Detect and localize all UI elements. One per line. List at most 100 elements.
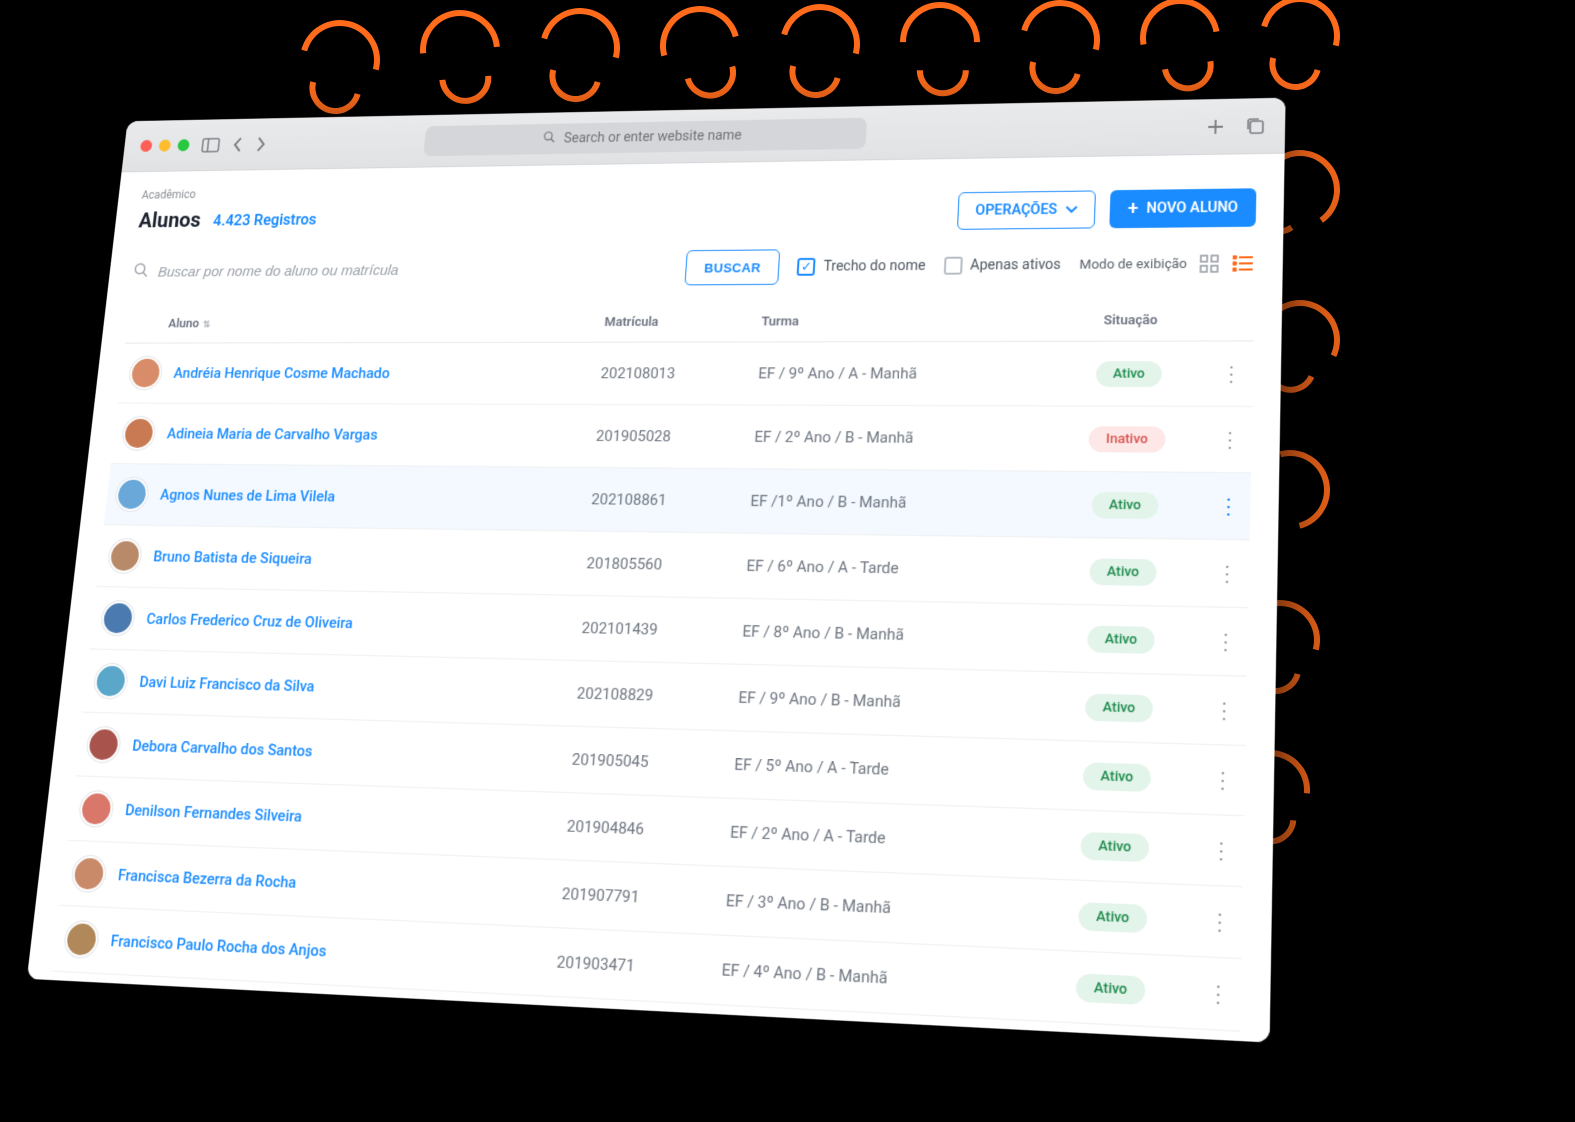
avatar — [93, 664, 128, 699]
turma-cell: EF / 2º Ano / A - Tarde — [718, 798, 1033, 878]
avatar — [115, 478, 150, 511]
record-count: 4.423 Registros — [212, 210, 317, 229]
row-actions-menu[interactable]: ⋮ — [1213, 697, 1236, 724]
turma-cell: EF /1º Ano / B - Manhã — [738, 469, 1045, 537]
checkbox-trecho-label: Trecho do nome — [823, 258, 926, 275]
student-name-link[interactable]: Francisco Paulo Rocha dos Anjos — [110, 931, 328, 960]
student-name-link[interactable]: Davi Luiz Francisco da Silva — [139, 673, 316, 696]
student-name-link[interactable]: Debora Carvalho dos Santos — [131, 736, 313, 760]
swirl-decoration — [1005, 0, 1114, 95]
page-title: Alunos — [138, 209, 202, 233]
status-badge: Ativo — [1089, 558, 1156, 586]
close-window-icon[interactable] — [140, 140, 153, 152]
turma-cell: EF / 5º Ano / A - Tarde — [722, 731, 1036, 809]
turma-cell: EF / 9º Ano / B - Manhã — [726, 664, 1038, 739]
new-student-button[interactable]: + NOVO ALUNO — [1109, 188, 1256, 228]
matricula-cell: 201904846 — [554, 792, 721, 866]
chevron-down-icon — [1065, 202, 1078, 218]
search-icon — [132, 262, 150, 283]
operations-dropdown[interactable]: OPERAÇÕES — [957, 190, 1096, 229]
minimize-window-icon[interactable] — [158, 139, 171, 151]
status-badge: Ativo — [1085, 693, 1153, 722]
col-header-aluno[interactable]: Aluno⇅ — [125, 304, 597, 344]
avatar — [71, 856, 107, 893]
col-header-situacao[interactable]: Situação — [1050, 300, 1211, 341]
swirl-decoration — [765, 0, 874, 99]
row-actions-menu[interactable]: ⋮ — [1217, 493, 1239, 519]
matricula-cell: 202108829 — [564, 660, 730, 730]
swirl-decoration — [1245, 0, 1354, 91]
avatar — [100, 601, 135, 635]
turma-cell: EF / 2º Ano / B - Manhã — [742, 405, 1048, 471]
status-badge: Inativo — [1089, 426, 1166, 452]
checkbox-ativos-label: Apenas ativos — [970, 257, 1061, 274]
maximize-window-icon[interactable] — [177, 139, 190, 151]
avatar — [129, 357, 163, 389]
col-header-turma[interactable]: Turma — [750, 301, 1051, 342]
turma-cell: EF / 9º Ano / A - Manhã — [746, 341, 1050, 406]
row-actions-menu[interactable]: ⋮ — [1219, 427, 1241, 452]
plus-icon: + — [1127, 200, 1138, 218]
tabs-overview-icon[interactable] — [1245, 115, 1267, 135]
matricula-cell: 201907791 — [549, 859, 717, 934]
address-bar[interactable]: Search or enter website name — [423, 117, 867, 156]
window-controls — [140, 139, 190, 152]
table-row[interactable]: Adineia Maria de Carvalho Vargas 20190502… — [111, 403, 1252, 473]
status-badge: Ativo — [1078, 902, 1147, 933]
student-name-link[interactable]: Andréia Henrique Cosme Machado — [173, 364, 391, 382]
address-placeholder: Search or enter website name — [563, 127, 742, 145]
row-actions-menu[interactable]: ⋮ — [1210, 836, 1233, 864]
row-actions-menu[interactable]: ⋮ — [1211, 766, 1234, 793]
student-name-link[interactable]: Adineia Maria de Carvalho Vargas — [166, 425, 378, 444]
avatar — [86, 727, 122, 762]
avatar — [122, 417, 157, 450]
nav-forward-icon[interactable] — [255, 135, 268, 152]
table-row[interactable]: Andréia Henrique Cosme Machado 202108013E… — [118, 341, 1254, 407]
status-badge: Ativo — [1083, 762, 1151, 792]
row-actions-menu[interactable]: ⋮ — [1216, 560, 1238, 586]
new-tab-icon[interactable] — [1205, 116, 1226, 136]
sort-icon: ⇅ — [202, 320, 211, 330]
status-badge: Ativo — [1080, 831, 1149, 861]
search-icon — [542, 130, 557, 147]
swirl-decoration — [645, 0, 754, 101]
nav-back-icon[interactable] — [231, 136, 244, 153]
matricula-cell: 201905028 — [584, 404, 746, 468]
turma-cell: EF / 6º Ano / A - Tarde — [734, 533, 1043, 604]
student-name-link[interactable]: Francisca Bezerra da Rocha — [117, 866, 297, 892]
status-badge: Ativo — [1096, 361, 1162, 387]
student-name-link[interactable]: Agnos Nunes de Lima Vilela — [159, 486, 336, 506]
checkbox-apenas-ativos[interactable]: ✓ Apenas ativos — [943, 256, 1061, 275]
col-header-matricula[interactable]: Matrícula — [593, 303, 752, 342]
row-actions-menu[interactable]: ⋮ — [1220, 361, 1242, 386]
student-name-link[interactable]: Bruno Batista de Siqueira — [152, 548, 312, 568]
status-badge: Ativo — [1087, 625, 1155, 653]
checkbox-empty-icon: ✓ — [943, 257, 962, 275]
avatar — [63, 921, 99, 958]
students-table: Aluno⇅ Matrícula Turma Situação Andréia … — [52, 300, 1254, 1032]
matricula-cell: 201805560 — [574, 531, 738, 598]
app-content: Acadêmico Alunos 4.423 Registros OPERAÇÕ… — [27, 154, 1285, 1043]
viewmode-list-icon[interactable] — [1231, 252, 1255, 275]
sidebar-toggle-icon[interactable] — [201, 137, 221, 152]
viewmode-label: Modo de exibição — [1079, 256, 1187, 272]
new-student-label: NOVO ALUNO — [1146, 200, 1238, 217]
row-actions-menu[interactable]: ⋮ — [1207, 979, 1230, 1008]
avatar — [108, 539, 143, 573]
checkbox-trecho-nome[interactable]: ✓ Trecho do nome — [797, 257, 926, 276]
search-button[interactable]: BUSCAR — [684, 249, 780, 285]
swirl-decoration — [404, 0, 517, 106]
student-name-link[interactable]: Denilson Fernandes Silveira — [124, 801, 302, 826]
operations-label: OPERAÇÕES — [975, 202, 1058, 219]
student-name-link[interactable]: Carlos Frederico Cruz de Oliveira — [146, 610, 354, 632]
avatar — [78, 791, 114, 827]
row-actions-menu[interactable]: ⋮ — [1208, 907, 1231, 935]
status-badge: Ativo — [1076, 973, 1146, 1005]
viewmode-grid-icon[interactable] — [1197, 252, 1221, 275]
row-actions-menu[interactable]: ⋮ — [1214, 628, 1237, 655]
search-input[interactable] — [157, 260, 668, 280]
matricula-cell: 201903471 — [544, 927, 713, 1004]
matricula-cell: 201905045 — [559, 726, 726, 798]
matricula-cell: 202108861 — [579, 467, 742, 533]
matricula-cell: 202108013 — [589, 342, 750, 405]
